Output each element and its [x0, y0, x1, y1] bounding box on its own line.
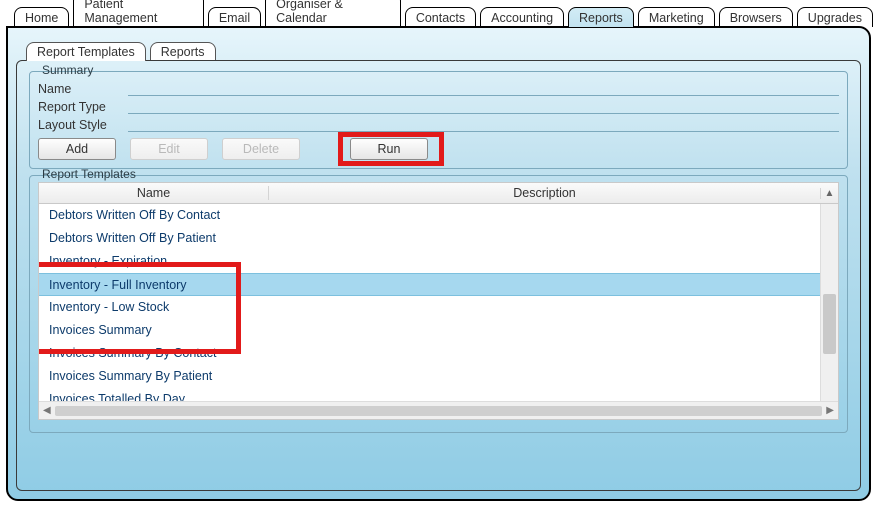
inner-tab-strip: Report Templates Reports — [16, 36, 861, 60]
summary-name-value — [128, 82, 839, 96]
col-name-header[interactable]: Name — [39, 186, 269, 200]
table-row[interactable]: Invoices Summary By Contact — [39, 342, 838, 365]
summary-button-row: Add Edit Delete Run — [38, 138, 839, 160]
summary-name-label: Name — [38, 82, 128, 96]
templates-fieldset: Report Templates Name Description ▲ Debt… — [29, 175, 848, 433]
report-templates-pane: Summary Name Report Type Layout Style Ad… — [16, 60, 861, 491]
tab-email[interactable]: Email — [208, 7, 261, 27]
edit-button: Edit — [130, 138, 208, 160]
templates-header: Name Description ▲ — [38, 182, 839, 204]
tab-contacts[interactable]: Contacts — [405, 7, 476, 27]
vertical-scroll-thumb[interactable] — [823, 294, 836, 354]
add-button[interactable]: Add — [38, 138, 116, 160]
table-row-selected[interactable]: Inventory - Full Inventory — [39, 273, 838, 296]
tab-browsers[interactable]: Browsers — [719, 7, 793, 27]
app-root: Home Patient Management Email Organiser … — [0, 0, 877, 507]
summary-fieldset: Summary Name Report Type Layout Style Ad… — [29, 71, 848, 169]
summary-layout-value — [128, 118, 839, 132]
table-row[interactable]: Inventory - Low Stock — [39, 296, 838, 319]
tab-accounting[interactable]: Accounting — [480, 7, 564, 27]
vertical-scrollbar[interactable] — [820, 204, 838, 401]
tab-marketing[interactable]: Marketing — [638, 7, 715, 27]
table-row[interactable]: Debtors Written Off By Contact — [39, 204, 838, 227]
scroll-right-icon[interactable]: ▶ — [826, 405, 834, 416]
horizontal-scrollbar[interactable]: ◀ ▶ — [39, 401, 838, 419]
summary-type-label: Report Type — [38, 100, 128, 114]
templates-legend: Report Templates — [38, 167, 140, 181]
table-row[interactable]: Invoices Summary By Patient — [39, 365, 838, 388]
summary-layout-row: Layout Style — [38, 118, 839, 132]
tab-home[interactable]: Home — [14, 7, 69, 27]
inner-tab-report-templates[interactable]: Report Templates — [26, 42, 146, 61]
scroll-left-icon[interactable]: ◀ — [43, 405, 51, 416]
reports-panel: Report Templates Reports Summary Name Re… — [6, 26, 871, 501]
top-tab-strip: Home Patient Management Email Organiser … — [0, 0, 877, 26]
tab-reports[interactable]: Reports — [568, 7, 634, 27]
tab-organiser-calendar[interactable]: Organiser & Calendar — [265, 0, 401, 27]
table-row[interactable]: Debtors Written Off By Patient — [39, 227, 838, 250]
summary-type-row: Report Type — [38, 100, 839, 114]
tab-upgrades[interactable]: Upgrades — [797, 7, 873, 27]
table-row[interactable]: Invoices Summary — [39, 319, 838, 342]
templates-body: Debtors Written Off By Contact Debtors W… — [38, 204, 839, 420]
inner-tab-reports[interactable]: Reports — [150, 42, 216, 61]
table-row[interactable]: Inventory - Expiration — [39, 250, 838, 273]
summary-layout-label: Layout Style — [38, 118, 128, 132]
summary-name-row: Name — [38, 82, 839, 96]
scroll-up-icon[interactable]: ▲ — [820, 188, 838, 199]
summary-type-value — [128, 100, 839, 114]
run-button[interactable]: Run — [350, 138, 428, 160]
summary-legend: Summary — [38, 63, 97, 77]
horizontal-scroll-track[interactable] — [55, 406, 823, 416]
tab-patient-management[interactable]: Patient Management — [73, 0, 204, 27]
col-description-header[interactable]: Description — [269, 186, 820, 200]
delete-button: Delete — [222, 138, 300, 160]
